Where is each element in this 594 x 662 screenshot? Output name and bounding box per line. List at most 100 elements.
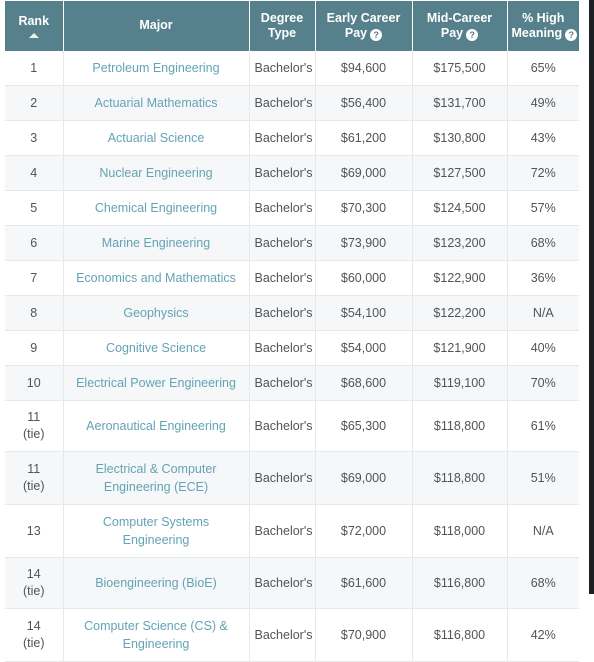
page-root: Rank Major Degree Type Early Career Pay … [0,0,594,662]
cell-mid: $130,800 [412,120,508,156]
rank-value: 1 [30,60,38,75]
cell-mid: $118,000 [412,504,508,558]
cell-meaning: 61% [507,400,579,452]
column-header-high-meaning[interactable]: % High Meaning? [507,1,579,51]
cell-meaning: 68% [507,557,579,609]
cell-meaning: 49% [507,85,579,121]
cell-degree: Bachelor's [249,190,316,226]
table-row: 1 Petroleum Engineering Bachelor's $94,600 $… [5,51,579,86]
caret-up-icon [28,32,39,38]
rank-tie-label: (tie) [22,636,45,650]
major-link[interactable]: Actuarial Science [108,129,205,147]
cell-mid: $131,700 [412,85,508,121]
column-header-early-career-pay[interactable]: Early Career Pay? [315,1,413,51]
column-header-degree-type[interactable]: Degree Type [249,1,316,51]
cell-mid: $116,800 [412,608,508,662]
help-icon-mid-career-pay[interactable]: ? [466,28,479,41]
major-link[interactable]: Bioengineering (BioE) [95,574,217,592]
cell-early: $69,000 [315,451,413,505]
cell-mid: $123,200 [412,225,508,261]
cell-early: $54,000 [315,330,413,366]
cell-major: Economics and Mathematics [63,260,250,296]
cell-mid: $118,800 [412,451,508,505]
cell-rank: 8 [5,295,64,331]
major-link[interactable]: Computer Science (CS) & Engineering [69,617,244,653]
cell-early: $69,000 [315,155,413,191]
major-link[interactable]: Aeronautical Engineering [86,417,226,435]
cell-meaning: N/A [507,295,579,331]
table-row: 13 Computer Systems Engineering Bachelor's… [5,504,579,558]
major-link[interactable]: Nuclear Engineering [99,164,212,182]
column-header-mid-label-line2-wrap: Pay? [417,26,503,41]
rank-value: 8 [30,305,38,320]
column-header-rank[interactable]: Rank [5,1,64,51]
cell-rank: 6 [5,225,64,261]
cell-early: $61,200 [315,120,413,156]
cell-major: Aeronautical Engineering [63,400,250,452]
cell-rank: 10 [5,365,64,401]
major-link[interactable]: Chemical Engineering [95,199,217,217]
cell-meaning: 72% [507,155,579,191]
cell-degree: Bachelor's [249,400,316,452]
cell-meaning: 36% [507,260,579,296]
column-header-major-label: Major [139,18,173,32]
cell-mid: $127,500 [412,155,508,191]
column-header-early-label-line1: Early Career [326,10,401,25]
table-row: 14 (tie) Computer Science (CS) & Engineeri… [5,608,579,662]
table-header: Rank Major Degree Type Early Career Pay … [5,1,579,51]
table-row: 14 (tie) Bioengineering (BioE) Bachelor's $6… [5,557,579,609]
major-link[interactable]: Petroleum Engineering [92,59,219,77]
column-header-mid-label-line2: Pay [440,25,464,40]
major-link[interactable]: Economics and Mathematics [76,269,236,287]
table-row: 11 (tie) Electrical & Computer Engineering… [5,451,579,505]
cell-early: $72,000 [315,504,413,558]
cell-early: $94,600 [315,51,413,86]
header-row: Rank Major Degree Type Early Career Pay … [5,1,579,51]
column-header-meaning-label-line2: Meaning [511,25,563,40]
column-header-mid-label-line1: Mid-Career [426,10,493,25]
cell-mid: $124,500 [412,190,508,226]
help-icon-high-meaning[interactable]: ? [565,28,578,41]
help-icon-early-career-pay[interactable]: ? [370,28,383,41]
major-link[interactable]: Cognitive Science [106,339,206,357]
column-header-mid-career-pay[interactable]: Mid-Career Pay? [412,1,508,51]
rank-value: 2 [30,95,38,110]
rank-value: 10 [26,375,41,390]
cell-meaning: 65% [507,51,579,86]
major-link[interactable]: Actuarial Mathematics [95,94,218,112]
column-header-early-label-line2-wrap: Pay? [320,26,408,41]
cell-degree: Bachelor's [249,330,316,366]
table-row: 5 Chemical Engineering Bachelor's $70,300 $1… [5,190,579,226]
cell-mid: $118,800 [412,400,508,452]
cell-major: Cognitive Science [63,330,250,366]
column-header-major[interactable]: Major [63,1,250,51]
cell-meaning: 42% [507,608,579,662]
major-link[interactable]: Geophysics [123,304,188,322]
cell-meaning: 57% [507,190,579,226]
cell-degree: Bachelor's [249,155,316,191]
rank-value: 6 [30,235,38,250]
table-row: 9 Cognitive Science Bachelor's $54,000 $121,… [5,330,579,366]
rank-tie-label: (tie) [22,479,45,493]
rank-value: 14 [26,619,41,633]
major-link[interactable]: Marine Engineering [102,234,210,252]
rank-value: 7 [30,270,38,285]
cell-mid: $119,100 [412,365,508,401]
cell-degree: Bachelor's [249,365,316,401]
cell-mid: $122,200 [412,295,508,331]
major-link[interactable]: Electrical Power Engineering [76,374,236,392]
cell-degree: Bachelor's [249,295,316,331]
rank-value: 13 [26,523,41,538]
major-link[interactable]: Electrical & Computer Engineering (ECE) [69,460,244,496]
cell-early: $60,000 [315,260,413,296]
cell-rank: 11 (tie) [5,451,64,505]
table-row: 6 Marine Engineering Bachelor's $73,900 $123… [5,225,579,261]
cell-rank: 14 (tie) [5,608,64,662]
cell-rank: 1 [5,51,64,86]
rank-value: 11 [27,410,41,424]
cell-degree: Bachelor's [249,260,316,296]
cell-rank: 3 [5,120,64,156]
cell-mid: $175,500 [412,51,508,86]
column-header-early-label-line2: Pay [344,25,368,40]
major-link[interactable]: Computer Systems Engineering [69,513,244,549]
